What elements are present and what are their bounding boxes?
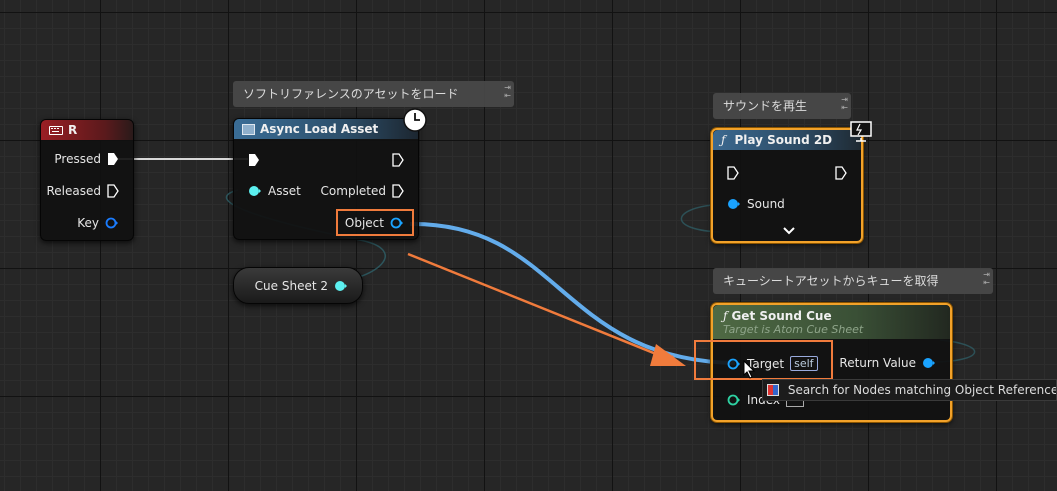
object-pin-highlight [336, 209, 414, 236]
async-load-comment[interactable]: ソフトリファレンスのアセットをロード ⇥ ⇤ [233, 81, 514, 107]
chevron-down-icon[interactable] [783, 227, 795, 235]
get-sound-cue-comment-text: キューシートアセットからキューを取得 [723, 274, 939, 288]
completed-pin-row[interactable]: Completed [321, 184, 404, 198]
async-load-header[interactable]: Async Load Asset [234, 119, 418, 139]
clock-icon [403, 108, 427, 132]
node-icon [242, 123, 255, 135]
sound-label: Sound [747, 197, 785, 211]
async-load-comment-text: ソフトリファレンスのアセットをロード [243, 87, 459, 101]
target-pin-highlight [694, 340, 833, 380]
key-label: Key [77, 216, 99, 230]
exec-pin-icon[interactable] [107, 152, 119, 166]
monitor-icon [850, 121, 872, 142]
play-sound-comment-text: サウンドを再生 [723, 99, 808, 113]
cue-sheet-pin-row[interactable]: Cue Sheet 2 [255, 279, 348, 293]
cue-sheet-variable-node[interactable]: Cue Sheet 2 [233, 267, 363, 304]
object-pin-icon[interactable] [922, 357, 936, 369]
node-search-icon [767, 384, 779, 396]
return-value-pin-row[interactable]: Return Value [839, 356, 936, 370]
tooltip-text: Search for Nodes matching Object Referen… [787, 383, 1057, 397]
function-icon: ƒ [721, 133, 726, 147]
exec-pin-icon[interactable] [392, 184, 404, 198]
pin-comment-icon[interactable]: ⇥ ⇤ [841, 96, 848, 112]
search-nodes-tooltip: Search for Nodes matching Object Referen… [762, 379, 1057, 401]
get-sound-cue-comment[interactable]: キューシートアセットからキューを取得 ⇥ ⇤ [713, 268, 993, 294]
async-load-title: Async Load Asset [260, 122, 379, 136]
integer-pin-icon[interactable] [727, 394, 741, 406]
function-icon: ƒ [723, 308, 728, 323]
exec-in-pin-icon[interactable] [727, 166, 739, 180]
exec-out-pin-icon[interactable] [392, 153, 404, 167]
soft-reference-pin-icon[interactable] [248, 185, 262, 197]
pressed-label: Pressed [54, 152, 101, 166]
exec-in-pin-icon[interactable] [248, 153, 260, 167]
play-sound-header[interactable]: ƒ Play Sound 2D [713, 130, 861, 150]
pin-comment-icon[interactable]: ⇥ ⇤ [504, 84, 511, 100]
key-pin-row[interactable]: Key [77, 216, 119, 230]
play-sound-2d-node[interactable]: ƒ Play Sound 2D Sound [711, 121, 872, 243]
input-event-header[interactable]: R [41, 120, 133, 140]
pin-comment-icon[interactable]: ⇥ ⇤ [983, 271, 990, 287]
asset-pin-row[interactable]: Asset [248, 184, 301, 198]
play-sound-title: Play Sound 2D [734, 133, 833, 147]
input-event-title: R [68, 123, 78, 137]
pressed-pin-row[interactable]: Pressed [54, 152, 119, 166]
return-value-label: Return Value [839, 356, 916, 370]
object-pin-icon[interactable] [727, 198, 741, 210]
get-sound-cue-subtitle: Target is Atom Cue Sheet [723, 322, 864, 336]
get-sound-cue-title: Get Sound Cue [731, 308, 832, 323]
keyboard-icon [49, 125, 63, 135]
exec-pin-icon[interactable] [107, 184, 119, 198]
sound-pin-row[interactable]: Sound [727, 197, 785, 211]
annotation-arrow [407, 252, 680, 365]
asset-label: Asset [268, 184, 301, 198]
object-wire [409, 221, 736, 365]
get-sound-cue-header[interactable]: ƒ Get Sound Cue Target is Atom Cue Sheet [713, 305, 950, 339]
mouse-cursor-icon [743, 360, 756, 379]
exec-out-pin-icon[interactable] [835, 166, 847, 180]
completed-label: Completed [320, 184, 386, 198]
input-event-node[interactable]: R Pressed Released Key [40, 119, 134, 241]
released-pin-row[interactable]: Released [46, 184, 119, 198]
cue-sheet-label: Cue Sheet 2 [254, 279, 328, 293]
released-label: Released [46, 184, 101, 198]
soft-reference-pin-icon[interactable] [334, 280, 348, 292]
play-sound-comment[interactable]: サウンドを再生 ⇥ ⇤ [713, 93, 851, 119]
struct-pin-icon[interactable] [105, 217, 119, 229]
